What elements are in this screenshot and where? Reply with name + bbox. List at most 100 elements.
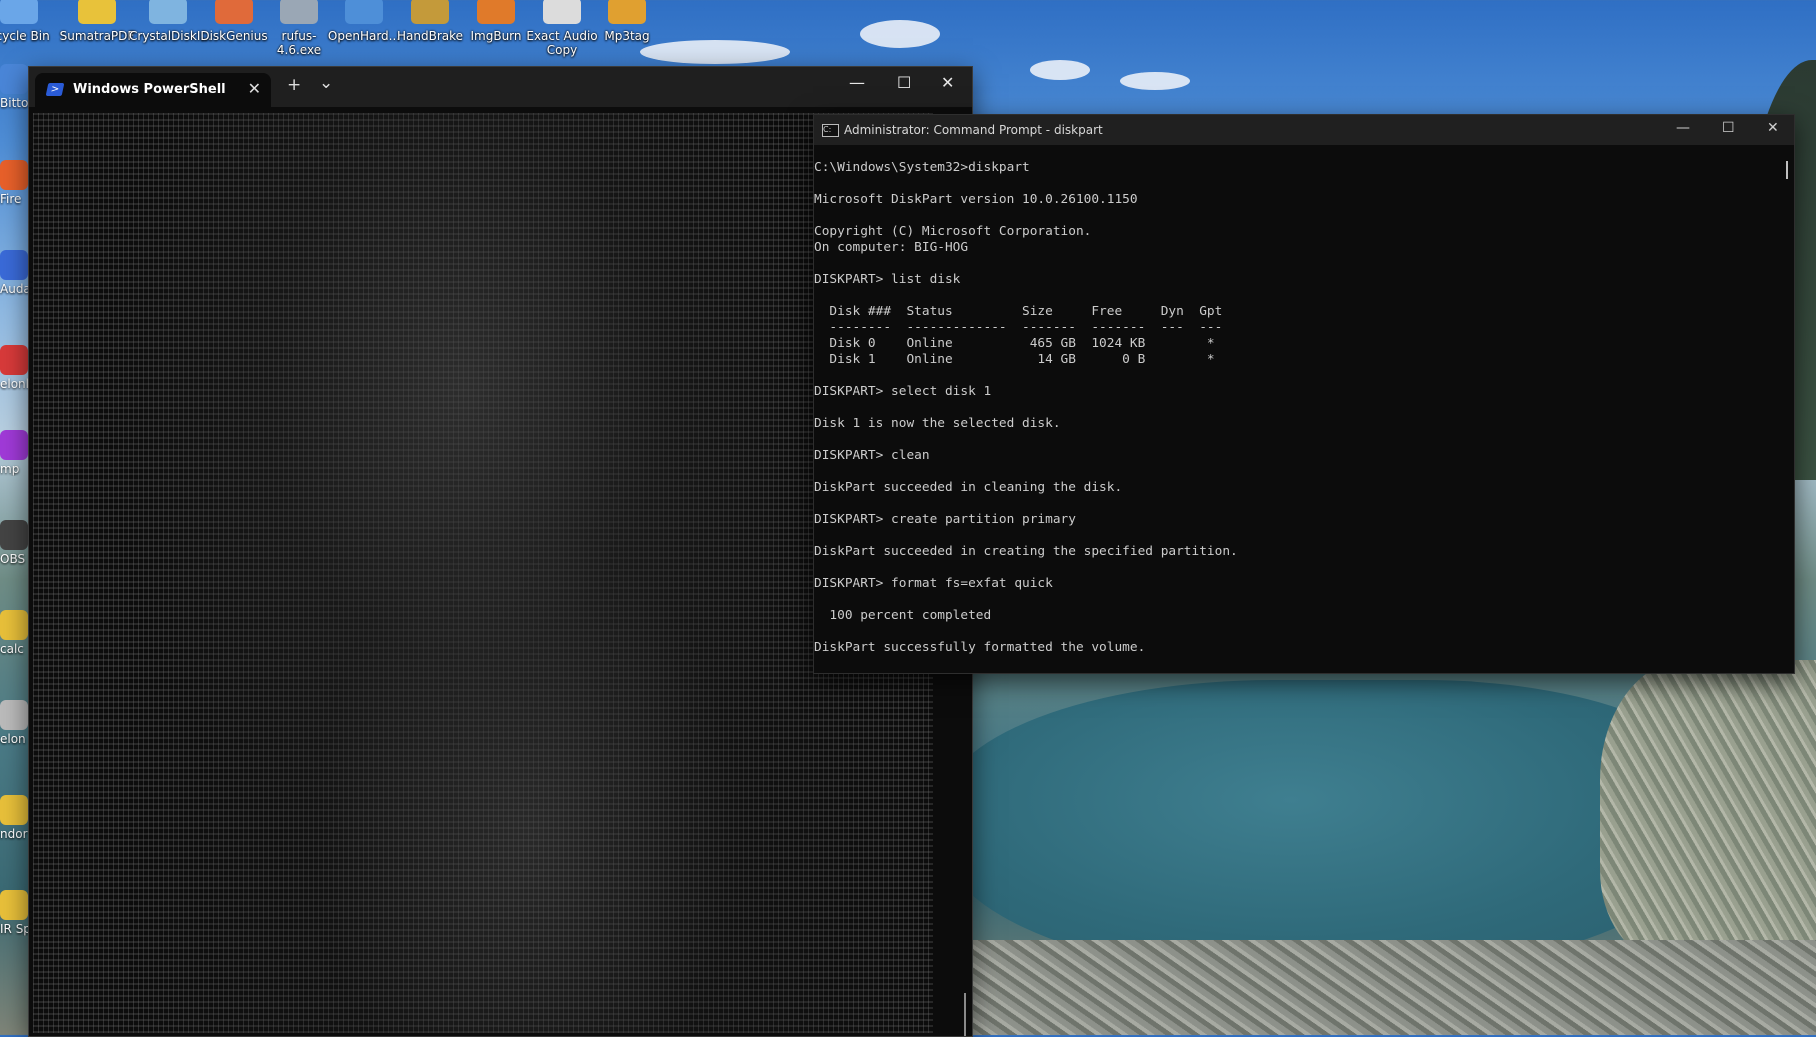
desktop-icon-label: elonl xyxy=(0,377,29,391)
tag-icon xyxy=(608,0,646,24)
cmd-line: Microsoft DiskPart version 10.0.26100.11… xyxy=(814,192,1138,207)
desktop-icon-label: ndor PD xyxy=(0,827,30,841)
cmd-icon: C: xyxy=(822,124,839,137)
wallpaper-cloud xyxy=(1030,60,1090,80)
cmd-line: Disk 0 Online 465 GB 1024 KB * xyxy=(814,336,1215,351)
side-desktop-icon-1[interactable]: Fire xyxy=(0,160,30,206)
disk-info-icon xyxy=(149,0,187,24)
media-icon xyxy=(0,430,28,460)
minimize-button[interactable]: — xyxy=(849,73,865,92)
ascii-art-output xyxy=(33,113,933,1033)
cmd-line: Copyright (C) Microsoft Corporation. xyxy=(814,224,1092,239)
eac-icon xyxy=(543,0,581,24)
powershell-icon: > xyxy=(45,83,65,96)
cmd-line xyxy=(814,592,1238,608)
side-desktop-icon-0[interactable]: Bitto xyxy=(0,64,30,110)
tab-title: Windows PowerShell xyxy=(73,82,226,97)
cmd-line xyxy=(814,624,1238,640)
desktop-icon-label: Mp3tag xyxy=(604,29,650,43)
wallpaper-shore xyxy=(972,940,1816,1035)
cmd-terminal-output[interactable]: C:\Windows\System32>diskpart Microsoft Di… xyxy=(814,145,1794,673)
cmd-line xyxy=(814,400,1238,416)
wallpaper-cloud xyxy=(1120,72,1190,90)
cmd-line: Disk ### Status Size Free Dyn Gpt xyxy=(814,304,1223,319)
side-desktop-icon-4[interactable]: mp xyxy=(0,430,30,476)
desktop-icon-label: Fire xyxy=(0,192,22,206)
cmd-scrollbar[interactable] xyxy=(1786,161,1788,179)
new-tab-button[interactable]: + xyxy=(287,75,301,95)
desktop-icon-0[interactable]: ecycle Bin xyxy=(0,0,58,43)
firefox-icon xyxy=(0,160,28,190)
cmd-line: Disk 1 is now the selected disk. xyxy=(814,416,1061,431)
cmd-line: DISKPART> select disk 1 xyxy=(814,384,992,399)
cmd-window-title: Administrator: Command Prompt - diskpart xyxy=(844,123,1103,137)
side-desktop-icon-5[interactable]: OBS S xyxy=(0,520,30,566)
powershell-scrollbar[interactable] xyxy=(964,993,966,1036)
cmd-line xyxy=(814,432,1238,448)
gear-icon xyxy=(0,700,28,730)
cmd-line xyxy=(814,368,1238,384)
side-desktop-icon-2[interactable]: Auda xyxy=(0,250,30,296)
desktop-icon-label: Auda xyxy=(0,282,30,296)
tab-close-icon[interactable]: ✕ xyxy=(248,79,261,98)
cmd-line xyxy=(814,560,1238,576)
cmd-close-button[interactable]: ✕ xyxy=(1767,120,1779,136)
desktop-icon-label: ecycle Bin xyxy=(0,29,50,43)
folder-icon xyxy=(0,795,28,825)
folder-icon xyxy=(0,610,28,640)
cmd-line: 100 percent completed xyxy=(814,608,992,623)
wallpaper-cloud xyxy=(860,20,940,48)
pdf-icon xyxy=(78,0,116,24)
cmd-line: Disk 1 Online 14 GB 0 B * xyxy=(814,352,1215,367)
obs-icon xyxy=(0,520,28,550)
side-desktop-icon-9[interactable]: IR Sp xyxy=(0,890,30,936)
app-icon xyxy=(0,345,28,375)
side-desktop-icon-8[interactable]: ndor PD xyxy=(0,795,30,841)
tab-windows-powershell[interactable]: > Windows PowerShell ✕ xyxy=(35,73,271,107)
close-button[interactable]: ✕ xyxy=(941,73,954,92)
powershell-titlebar[interactable]: > Windows PowerShell ✕ + ⌄ — ☐ ✕ xyxy=(29,67,972,107)
usb-icon xyxy=(280,0,318,24)
side-desktop-icon-3[interactable]: elonl xyxy=(0,345,30,391)
cmd-line: DISKPART> clean xyxy=(814,448,930,463)
cmd-line xyxy=(814,528,1238,544)
side-desktop-icon-7[interactable]: elon xyxy=(0,700,30,746)
cmd-line: -------- ------------- ------- ------- -… xyxy=(814,320,1223,335)
cmd-line xyxy=(814,464,1238,480)
desktop-icon-label: elon xyxy=(0,732,26,746)
desktop-icon-1[interactable]: SumatraPDF xyxy=(58,0,136,43)
hardware-monitor-icon xyxy=(345,0,383,24)
cmd-line: DiskPart succeeded in cleaning the disk. xyxy=(814,480,1123,495)
cmd-minimize-button[interactable]: — xyxy=(1676,120,1690,136)
folder-icon xyxy=(0,890,28,920)
cmd-text: C:\Windows\System32>diskpart Microsoft Di… xyxy=(814,160,1238,656)
cmd-line xyxy=(814,496,1238,512)
cmd-line: DiskPart succeeded in creating the speci… xyxy=(814,544,1238,559)
cmd-line: C:\Windows\System32>diskpart xyxy=(814,160,1030,175)
cmd-line: DISKPART> create partition primary xyxy=(814,512,1076,527)
side-desktop-icon-6[interactable]: calc xyxy=(0,610,30,656)
cmd-line xyxy=(814,256,1238,272)
cmd-line: On computer: BIG-HOG xyxy=(814,240,969,255)
cmd-line xyxy=(814,288,1238,304)
cmd-line: DiskPart successfully formatted the volu… xyxy=(814,640,1146,655)
pineapple-icon xyxy=(411,0,449,24)
app-icon xyxy=(0,64,28,94)
desktop-icon-label: OBS S xyxy=(0,552,30,566)
desktop-icon-label: IR Sp xyxy=(0,922,30,936)
cmd-titlebar[interactable]: C: Administrator: Command Prompt - diskp… xyxy=(814,115,1794,145)
desktop-icon-label: calc xyxy=(0,642,24,656)
desktop-icon-label: Bitto xyxy=(0,96,29,110)
command-prompt-window[interactable]: C: Administrator: Command Prompt - diskp… xyxy=(813,114,1795,674)
recycle-bin-icon xyxy=(0,0,38,24)
desktop-icon-9[interactable]: Mp3tag xyxy=(588,0,666,43)
diskgenius-icon xyxy=(215,0,253,24)
cmd-maximize-button[interactable]: ☐ xyxy=(1722,120,1735,136)
desktop-icon-label: SumatraPDF xyxy=(59,29,135,43)
cmd-line: DISKPART> list disk xyxy=(814,272,961,287)
cmd-line xyxy=(814,208,1238,224)
wallpaper-rocks xyxy=(1600,660,1816,960)
tab-dropdown-button[interactable]: ⌄ xyxy=(319,73,333,93)
maximize-button[interactable]: ☐ xyxy=(897,73,911,92)
audacity-icon xyxy=(0,250,28,280)
